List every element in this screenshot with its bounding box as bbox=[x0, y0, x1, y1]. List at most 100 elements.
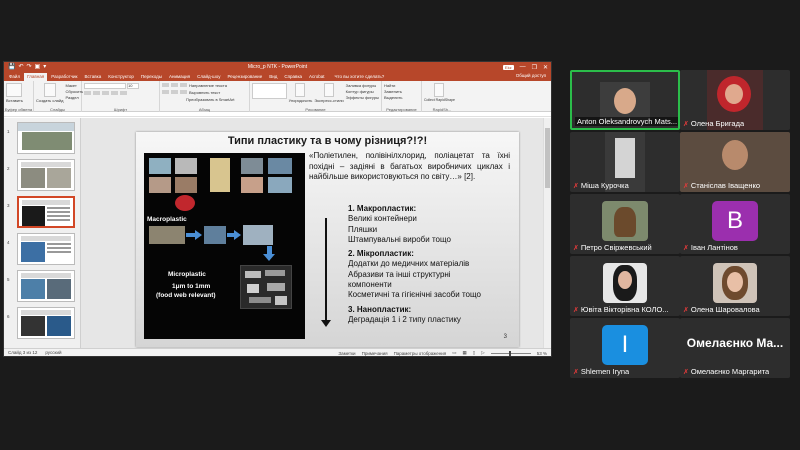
bullet-heading: 3. Нанопластик: bbox=[348, 304, 412, 314]
bullet-line: Косметичні та гігієнічні засоби тощо bbox=[348, 290, 481, 300]
arrange-button[interactable]: Упорядочить bbox=[289, 98, 313, 103]
sample-photo bbox=[175, 177, 197, 193]
plastics-picture[interactable]: Macroplastic Microplastic 1μm to 1mm (fo… bbox=[144, 153, 305, 339]
participant-tile[interactable]: ✗ Олена Бригада bbox=[680, 70, 790, 130]
participant-tile[interactable]: ✗ Петро Свіржевський bbox=[570, 194, 680, 254]
vertical-scrollbar[interactable] bbox=[543, 118, 551, 348]
select-button[interactable]: Выделить bbox=[384, 95, 402, 100]
scrollbar-thumb[interactable] bbox=[545, 128, 550, 188]
layout-button[interactable]: Макет bbox=[65, 83, 83, 88]
tab-view[interactable]: Вид bbox=[266, 73, 280, 81]
slide-thumbnails-pane: 1 2 3 4 5 6 bbox=[4, 118, 81, 348]
tell-me-search[interactable]: Что вы хотите сделать? bbox=[332, 73, 388, 81]
align-text-button[interactable]: Выровнять текст bbox=[189, 90, 220, 95]
tab-help[interactable]: Справка bbox=[281, 73, 305, 81]
participant-tile[interactable]: ✗ Міша Курочка bbox=[570, 132, 680, 192]
italic-icon[interactable] bbox=[93, 91, 100, 95]
comments-button[interactable]: Примечания bbox=[362, 351, 388, 356]
align-right-icon[interactable] bbox=[180, 90, 187, 94]
notes-button[interactable]: Заметки bbox=[338, 351, 355, 356]
tab-developer[interactable]: Разработчик bbox=[48, 73, 80, 81]
zoom-level[interactable]: 53 % bbox=[537, 351, 547, 356]
bold-icon[interactable] bbox=[84, 91, 91, 95]
tab-review[interactable]: Рецензирование bbox=[224, 73, 265, 81]
tab-acrobat[interactable]: Acrobat bbox=[306, 73, 328, 81]
slide-thumbnail-5[interactable] bbox=[17, 270, 75, 302]
reading-view-icon[interactable]: ▯ bbox=[473, 350, 475, 356]
participant-name: ✗ Станіслав Іващенко bbox=[683, 181, 761, 190]
slide-quote[interactable]: «Поліетилен, полівінілхлорид, поліацетат… bbox=[309, 151, 510, 183]
normal-view-icon[interactable]: ▭ bbox=[452, 350, 456, 356]
strikethrough-icon[interactable] bbox=[111, 91, 118, 95]
display-settings-button[interactable]: Параметры отображения bbox=[394, 351, 447, 356]
participant-name: Anton Oleksandrovych Mats... bbox=[575, 117, 678, 126]
tab-design[interactable]: Конструктор bbox=[105, 73, 137, 81]
tab-transitions[interactable]: Переходы bbox=[138, 73, 165, 81]
replace-button[interactable]: Заменить bbox=[384, 89, 402, 94]
text-direction-button[interactable]: Направление текста bbox=[189, 83, 227, 88]
current-slide[interactable]: Типи пластику та в чому різниця?!?! Macr… bbox=[136, 132, 519, 347]
quick-styles-button[interactable]: Экспресс-стили bbox=[314, 98, 343, 103]
restore-button[interactable]: ❐ bbox=[532, 64, 537, 71]
font-name-box[interactable] bbox=[84, 83, 126, 89]
arrange-icon[interactable] bbox=[295, 83, 306, 97]
share-button[interactable]: Общий доступ bbox=[516, 73, 546, 78]
smartart-button[interactable]: Преобразовать в SmartArt bbox=[162, 97, 247, 102]
paste-button[interactable]: Вставить bbox=[6, 98, 23, 103]
tab-file[interactable]: Файл bbox=[6, 73, 23, 81]
sorter-view-icon[interactable]: ▦ bbox=[463, 350, 467, 356]
minimize-button[interactable]: — bbox=[520, 64, 526, 70]
muted-mic-icon: ✗ bbox=[573, 182, 579, 190]
underline-icon[interactable] bbox=[102, 91, 109, 95]
slide-thumbnail-4[interactable] bbox=[17, 233, 75, 265]
reset-button[interactable]: Сбросить bbox=[65, 89, 83, 94]
participant-tile[interactable]: I ✗ Shlemen Iryna bbox=[570, 318, 680, 378]
participant-tile[interactable]: Омелаєнко Ма... ✗ Омелаєнко Маргарита bbox=[680, 318, 790, 378]
find-button[interactable]: Найти bbox=[384, 83, 402, 88]
shape-fill-button[interactable]: Заливка фигуры bbox=[346, 83, 379, 88]
shape-effects-button[interactable]: Эффекты фигуры bbox=[346, 95, 379, 100]
slideshow-view-icon[interactable]: ▷ bbox=[481, 350, 484, 356]
section-button[interactable]: Раздел bbox=[65, 95, 83, 100]
font-color-icon[interactable] bbox=[120, 91, 127, 95]
slide-thumbnail-3[interactable] bbox=[17, 196, 75, 228]
title-bar: 💾 ↶ ↷ ▣ ▾ Micro_p NTK - PowerPoint Ekz —… bbox=[4, 62, 551, 72]
rapidshape-icon[interactable] bbox=[434, 83, 445, 97]
font-size-box[interactable]: 10 bbox=[127, 83, 139, 89]
slide-thumbnail-1[interactable] bbox=[17, 122, 75, 154]
sample-photo bbox=[268, 177, 292, 193]
new-slide-icon[interactable] bbox=[43, 83, 56, 97]
slide-thumbnail-6[interactable] bbox=[17, 307, 75, 339]
participant-tile[interactable]: ✗ Ювіта Вікторівна КОЛО... bbox=[570, 256, 680, 316]
language-indicator[interactable]: русский bbox=[45, 350, 61, 355]
zoom-slider[interactable] bbox=[490, 350, 531, 356]
align-left-icon[interactable] bbox=[162, 90, 169, 94]
participant-tile[interactable]: ✗ Станіслав Іващенко bbox=[680, 132, 790, 192]
account-badge[interactable]: Ekz bbox=[502, 64, 514, 70]
slides-group: Создать слайд Макет Сбросить Раздел Слай… bbox=[34, 81, 83, 112]
align-center-icon[interactable] bbox=[171, 90, 178, 94]
shape-outline-button[interactable]: Контур фигуры bbox=[346, 89, 379, 94]
tab-animation[interactable]: Анимация bbox=[166, 73, 193, 81]
tab-slideshow[interactable]: Слайд-шоу bbox=[194, 73, 223, 81]
numbering-icon[interactable] bbox=[171, 83, 178, 87]
new-slide-button[interactable]: Создать слайд bbox=[36, 98, 63, 103]
participant-video bbox=[600, 82, 650, 122]
indent-icon[interactable] bbox=[180, 83, 187, 87]
slide-thumbnail-2[interactable] bbox=[17, 159, 75, 191]
tab-home[interactable]: Главная bbox=[24, 73, 48, 81]
shapes-gallery[interactable] bbox=[252, 83, 287, 99]
sample-photo bbox=[149, 177, 171, 193]
quick-styles-icon[interactable] bbox=[324, 83, 335, 97]
collect-rapidshape-button[interactable]: Collect RapidShape bbox=[424, 98, 455, 103]
paste-icon[interactable] bbox=[6, 83, 23, 97]
participant-tile[interactable]: B ✗ Іван Лантінов bbox=[680, 194, 790, 254]
tab-insert[interactable]: Вставка bbox=[81, 73, 104, 81]
close-button[interactable]: ✕ bbox=[543, 64, 548, 71]
slide-title[interactable]: Типи пластику та в чому різниця?!?! bbox=[136, 135, 519, 147]
participant-tile[interactable]: Anton Oleksandrovych Mats... bbox=[570, 70, 680, 130]
thumb-number: 1 bbox=[7, 129, 10, 134]
bullets-icon[interactable] bbox=[162, 83, 169, 87]
participant-tile[interactable]: ✗ Олена Шаровалова bbox=[680, 256, 790, 316]
slide-bullets[interactable]: 1. Макропластик: Великі контейнери Пляшк… bbox=[348, 204, 516, 325]
